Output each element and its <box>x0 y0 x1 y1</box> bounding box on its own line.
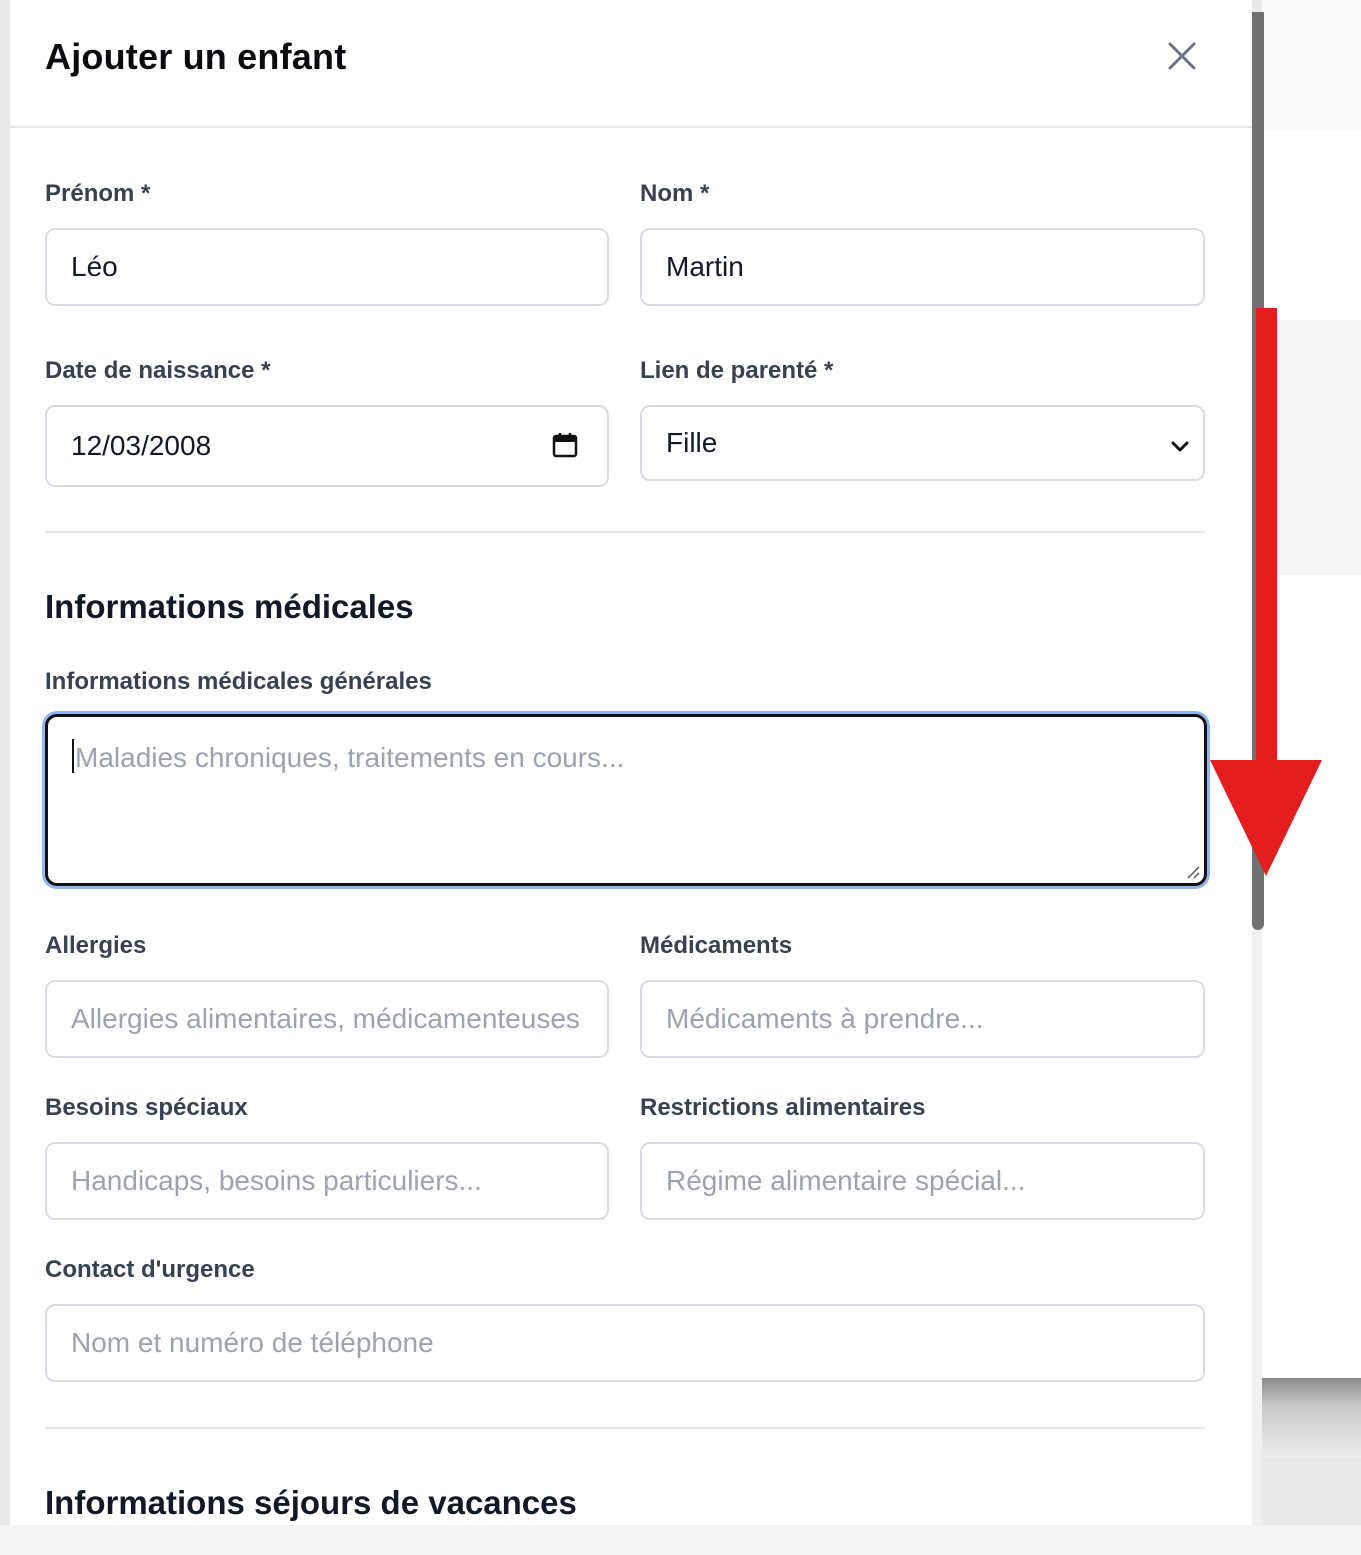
close-button[interactable] <box>1164 38 1200 74</box>
add-child-modal: Ajouter un enfant Prénom * Léo Nom * Mar… <box>10 0 1252 1525</box>
besoins-input[interactable]: Handicaps, besoins particuliers... <box>45 1142 609 1220</box>
medicaments-label: Médicaments <box>640 932 793 959</box>
prenom-value: Léo <box>71 251 118 282</box>
background-page <box>1262 320 1361 575</box>
lien-parente-value: Fille <box>666 427 718 458</box>
prenom-input[interactable]: Léo <box>45 228 609 306</box>
medicaments-placeholder: Médicaments à prendre... <box>666 1003 984 1034</box>
modal-header: Ajouter un enfant <box>10 0 1252 128</box>
medical-general-placeholder: Maladies chroniques, traitements en cour… <box>75 742 625 773</box>
medical-general-label: Informations médicales générales <box>45 668 432 695</box>
besoins-placeholder: Handicaps, besoins particuliers... <box>71 1165 482 1196</box>
nom-label: Nom * <box>640 180 710 207</box>
prenom-label: Prénom * <box>45 180 151 207</box>
nom-input[interactable]: Martin <box>640 228 1205 306</box>
nom-value: Martin <box>666 251 744 282</box>
lien-parente-label: Lien de parenté * <box>640 357 834 384</box>
background-page <box>1262 0 1361 130</box>
restrictions-placeholder: Régime alimentaire spécial... <box>666 1165 1026 1196</box>
chevron-down-icon <box>1171 441 1189 452</box>
contact-input[interactable]: Nom et numéro de téléphone <box>45 1304 1205 1382</box>
date-naissance-value: 12/03/2008 <box>71 430 212 461</box>
resize-grip-icon[interactable] <box>1184 863 1200 879</box>
restrictions-label: Restrictions alimentaires <box>640 1094 926 1121</box>
background-page <box>1262 130 1361 320</box>
calendar-icon[interactable] <box>551 431 579 459</box>
medical-general-textarea[interactable]: Maladies chroniques, traitements en cour… <box>45 714 1207 886</box>
date-naissance-label: Date de naissance * <box>45 357 271 384</box>
section-divider <box>45 531 1205 533</box>
lien-parente-select[interactable]: Fille <box>640 405 1205 481</box>
medicaments-input[interactable]: Médicaments à prendre... <box>640 980 1205 1058</box>
allergies-label: Allergies <box>45 932 147 959</box>
date-naissance-input[interactable]: 12/03/2008 <box>45 405 609 487</box>
contact-label: Contact d'urgence <box>45 1256 255 1283</box>
besoins-label: Besoins spéciaux <box>45 1094 248 1121</box>
vacances-section-title: Informations séjours de vacances <box>45 1484 577 1521</box>
restrictions-input[interactable]: Régime alimentaire spécial... <box>640 1142 1205 1220</box>
contact-placeholder: Nom et numéro de téléphone <box>71 1327 434 1358</box>
scrollbar-thumb[interactable] <box>1252 12 1264 930</box>
medical-section-title: Informations médicales <box>45 588 414 625</box>
background-page <box>0 1525 1361 1555</box>
allergies-placeholder: Allergies alimentaires, médicamenteuses <box>71 1003 580 1034</box>
text-caret <box>72 739 74 773</box>
close-icon <box>1168 42 1196 70</box>
modal-title: Ajouter un enfant <box>45 36 347 77</box>
background-page <box>1262 575 1361 1385</box>
allergies-input[interactable]: Allergies alimentaires, médicamenteuses <box>45 980 609 1058</box>
section-divider <box>45 1427 1205 1429</box>
background-shadow <box>1262 1378 1361 1458</box>
